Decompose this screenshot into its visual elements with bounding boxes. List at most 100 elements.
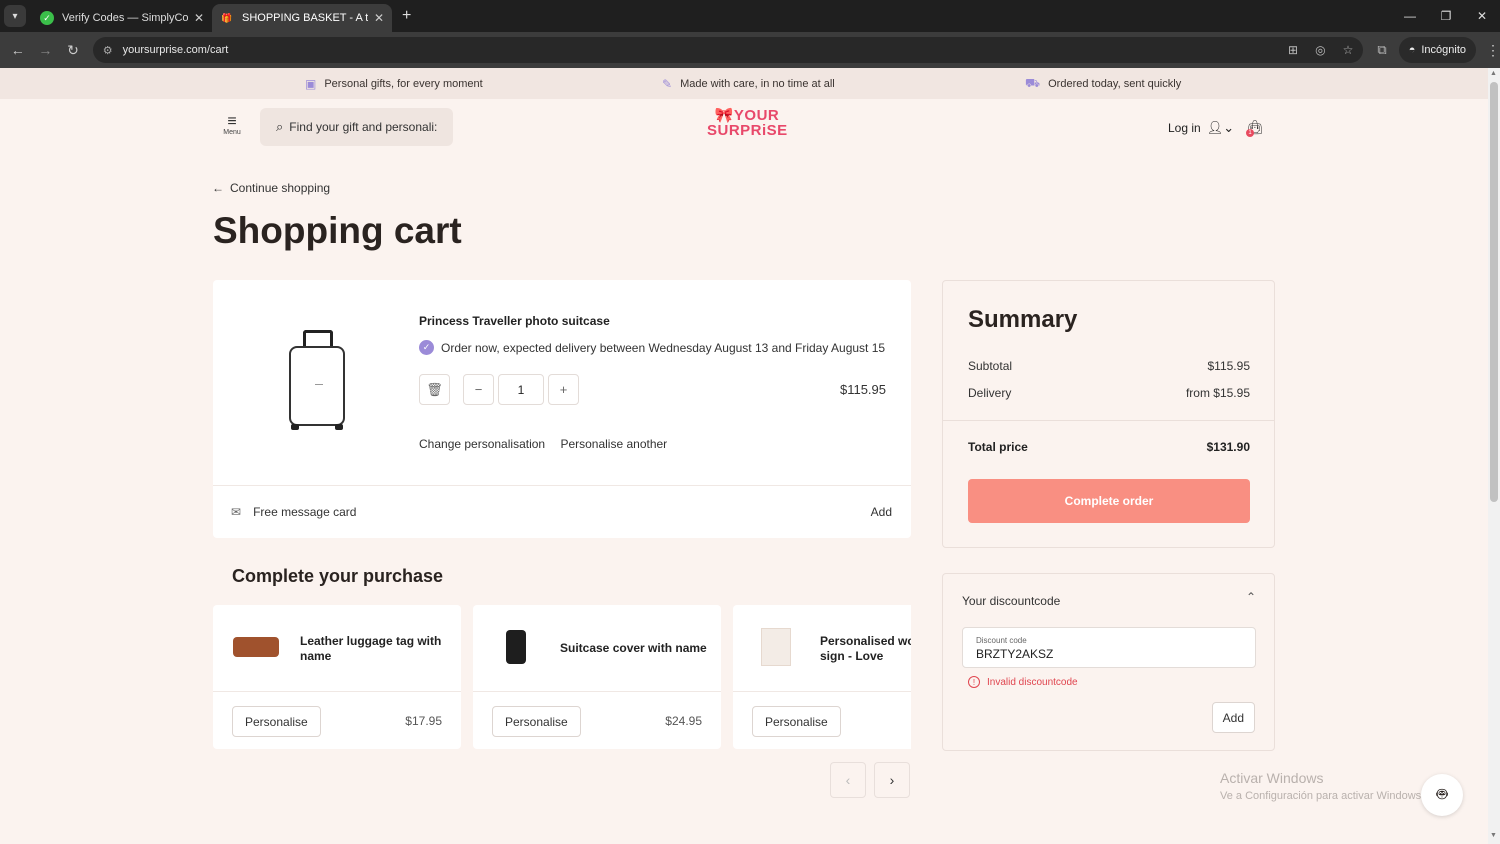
increase-quantity-button[interactable]: + bbox=[548, 374, 579, 405]
discount-code-field[interactable]: Discount code BRZTY2AKSZ bbox=[962, 627, 1256, 668]
message-card-row: ✉ Free message card bbox=[231, 505, 356, 519]
extensions-icon[interactable]: ⧉ bbox=[1377, 42, 1386, 58]
star-icon[interactable]: ☆ bbox=[1343, 43, 1354, 57]
order-summary: Summary Subtotal $115.95 Delivery from $… bbox=[942, 280, 1275, 548]
delivery-value: from $15.95 bbox=[1185, 386, 1250, 400]
personalise-button[interactable]: Personalise bbox=[492, 706, 581, 737]
pencil-icon: ✎ bbox=[662, 76, 673, 91]
carousel-next-button[interactable]: › bbox=[874, 762, 910, 798]
usp-text: Made with care, in no time at all bbox=[680, 77, 835, 90]
back-icon[interactable]: ← bbox=[4, 42, 32, 58]
chevron-right-icon: › bbox=[889, 772, 895, 788]
discount-title[interactable]: Your discountcode bbox=[962, 594, 1060, 608]
close-tab-icon[interactable]: ✕ bbox=[194, 11, 204, 25]
usp-item: ▣ Personal gifts, for every moment bbox=[305, 77, 483, 91]
browser-menu-icon[interactable]: ⋮ bbox=[1486, 42, 1500, 59]
site-header: ≡ Menu ⌕ Find your gift and personali: 🎀… bbox=[0, 99, 1488, 157]
carousel-prev-button[interactable]: ‹ bbox=[830, 762, 866, 798]
apply-discount-button[interactable]: Add bbox=[1211, 702, 1255, 733]
forward-icon[interactable]: → bbox=[32, 42, 60, 58]
logo-line-1: 🎀YOUR bbox=[714, 107, 780, 124]
quantity-input[interactable]: 1 bbox=[498, 374, 544, 405]
total-label: Total price bbox=[968, 440, 1028, 454]
check-icon: ✓ bbox=[419, 340, 434, 355]
scroll-down-icon[interactable]: ▼ bbox=[1490, 832, 1497, 839]
decrease-quantity-button[interactable]: − bbox=[463, 374, 494, 405]
address-bar[interactable]: ⚙ yoursurprise.com/cart ⊞ ◎ ☆ bbox=[92, 37, 1364, 63]
login-button[interactable]: Log in 👤︎⌄ bbox=[1168, 120, 1234, 136]
divider bbox=[213, 485, 911, 486]
upsell-price: $24.95 bbox=[665, 714, 702, 728]
upsell-product-name: Personalised wooden sign - Love bbox=[820, 634, 911, 663]
reload-icon[interactable]: ↻ bbox=[59, 42, 87, 59]
item-price: $115.95 bbox=[839, 382, 886, 397]
usp-item: ✎ Made with care, in no time at all bbox=[662, 77, 835, 91]
continue-shopping-link[interactable]: ← Continue shopping bbox=[212, 181, 330, 195]
upsell-carousel: Leather luggage tag with name Personalis… bbox=[213, 605, 911, 750]
delivery-info: ✓ Order now, expected delivery between W… bbox=[419, 340, 885, 355]
cart-count-badge: 1 bbox=[1246, 129, 1254, 137]
menu-label: Menu bbox=[223, 129, 241, 136]
page-title: Shopping cart bbox=[213, 210, 462, 251]
restore-icon[interactable]: ❐ bbox=[1428, 0, 1464, 32]
total-value: $131.90 bbox=[1206, 440, 1250, 454]
discount-error-text: Invalid discountcode bbox=[987, 676, 1078, 688]
incognito-badge[interactable]: ◓ Incógnito bbox=[1398, 37, 1477, 63]
plus-icon: + bbox=[559, 382, 568, 397]
subtotal-value: $115.95 bbox=[1207, 359, 1251, 373]
change-personalisation-link[interactable]: Change personalisation bbox=[419, 437, 545, 451]
close-window-icon[interactable]: ✕ bbox=[1464, 0, 1500, 32]
menu-button[interactable]: ≡ Menu bbox=[220, 113, 244, 137]
close-tab-icon[interactable]: ✕ bbox=[374, 11, 384, 25]
browser-tab-simplycodes[interactable]: ✓ Verify Codes — SimplyCodes ✕ bbox=[32, 4, 212, 32]
arrow-left-icon: ← bbox=[212, 181, 224, 195]
check-circle-icon: ✓ bbox=[40, 11, 54, 25]
eye-off-icon[interactable]: ◎ bbox=[1315, 43, 1325, 57]
message-card-label: Free message card bbox=[253, 505, 357, 519]
site-logo[interactable]: 🎀YOUR SURPRiSE bbox=[707, 108, 787, 138]
scrollbar-thumb[interactable] bbox=[1490, 82, 1498, 502]
add-message-card-button[interactable]: Add bbox=[871, 505, 892, 519]
discount-error: ! Invalid discountcode bbox=[968, 676, 1078, 688]
delivery-label: Delivery bbox=[968, 386, 1012, 400]
translate-icon[interactable]: ⊞ bbox=[1288, 43, 1298, 57]
search-input[interactable]: ⌕ Find your gift and personali: bbox=[260, 108, 453, 146]
chevron-up-icon[interactable]: ⌃ bbox=[1246, 590, 1256, 604]
page-scrollbar[interactable]: ▲ ▼ bbox=[1488, 68, 1500, 844]
delete-item-button[interactable]: 🗑︎ bbox=[419, 374, 450, 405]
product-image-suitcase bbox=[285, 330, 351, 434]
browser-tab-bar: ▾ ✓ Verify Codes — SimplyCodes ✕ 🎁 SHOPP… bbox=[0, 0, 1500, 32]
gift-icon: 🎁 bbox=[221, 12, 233, 23]
browser-toolbar: ← → ↻ ⚙ yoursurprise.com/cart ⊞ ◎ ☆ ⧉ ◓ … bbox=[0, 32, 1500, 68]
personalise-button[interactable]: Personalise bbox=[752, 706, 841, 737]
scroll-up-icon[interactable]: ▲ bbox=[1490, 70, 1497, 77]
continue-shopping-label: Continue shopping bbox=[230, 181, 331, 195]
new-tab-icon[interactable]: + bbox=[402, 7, 411, 25]
suitcase-cover-image bbox=[491, 627, 541, 667]
usp-text: Ordered today, sent quickly bbox=[1048, 77, 1182, 90]
delivery-row: Delivery from $15.95 bbox=[968, 386, 1250, 400]
cart-button[interactable]: 👜︎ 1 bbox=[1246, 119, 1264, 137]
chat-assistant-icon[interactable]: 🤖︎ bbox=[1421, 774, 1463, 816]
upsell-card[interactable]: Personalised wooden sign - Love Personal… bbox=[733, 605, 911, 749]
search-placeholder: Find your gift and personali: bbox=[289, 120, 438, 134]
upsell-title: Complete your purchase bbox=[232, 566, 444, 586]
user-icon: 👤︎⌄ bbox=[1206, 120, 1235, 135]
product-name[interactable]: Princess Traveller photo suitcase bbox=[419, 314, 610, 328]
incognito-icon: ◓ bbox=[1408, 44, 1416, 56]
site-settings-icon[interactable]: ⚙ bbox=[103, 44, 113, 57]
personalise-button[interactable]: Personalise bbox=[232, 706, 321, 737]
tab-search-dropdown[interactable]: ▾ bbox=[4, 5, 26, 27]
personalise-another-link[interactable]: Personalise another bbox=[560, 437, 667, 451]
minimize-icon[interactable]: — bbox=[1392, 0, 1428, 32]
logo-line-2: SURPRiSE bbox=[707, 122, 788, 139]
hamburger-icon: ≡ bbox=[227, 113, 237, 130]
upsell-card[interactable]: Leather luggage tag with name Personalis… bbox=[213, 605, 461, 749]
windows-activation-watermark: Activar Windows Ve a Configuración para … bbox=[1220, 770, 1424, 802]
watermark-line-2: Ve a Configuración para activar Windows. bbox=[1220, 790, 1425, 802]
discount-field-label: Discount code bbox=[976, 636, 1027, 645]
window-controls: — ❐ ✕ bbox=[1392, 0, 1500, 32]
complete-order-button[interactable]: Complete order bbox=[968, 479, 1250, 523]
upsell-card[interactable]: Suitcase cover with name Personalise $24… bbox=[473, 605, 721, 749]
browser-tab-shopping-basket[interactable]: 🎁 SHOPPING BASKET - A truly orig ✕ bbox=[212, 4, 392, 32]
